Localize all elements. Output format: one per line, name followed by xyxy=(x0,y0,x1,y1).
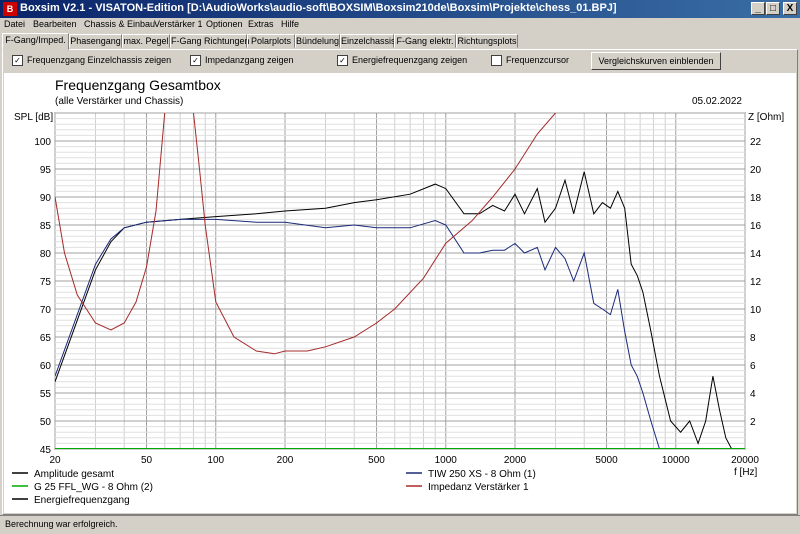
y-left-tick-label: 75 xyxy=(40,277,52,288)
checkbox-label: Energiefrequenzgang zeigen xyxy=(352,55,468,65)
y-right-tick-label: 8 xyxy=(750,333,756,344)
y-right-tick-label: 12 xyxy=(750,277,762,288)
maximize-button[interactable]: □ xyxy=(766,2,780,15)
x-tick-label: 50 xyxy=(141,455,153,466)
checkbox-einzelchassis[interactable]: ✓ Frequenzgang Einzelchassis zeigen xyxy=(12,55,172,67)
title-bar: B Boxsim V2.1 - VISATON-Edition [D:\Audi… xyxy=(0,0,800,18)
x-tick-label: 20 xyxy=(49,455,61,466)
menu-verstaerker[interactable]: Verstärker 1 xyxy=(154,19,203,29)
y-left-tick-label: 45 xyxy=(40,445,52,456)
chart-date: 05.02.2022 xyxy=(692,96,742,107)
tab-max-pegel[interactable]: max. Pegel xyxy=(122,34,170,48)
checkbox-box[interactable]: ✓ xyxy=(190,55,201,67)
checkbox-energie[interactable]: ✓ Energiefrequenzgang zeigen xyxy=(337,55,468,67)
x-tick-label: 500 xyxy=(368,455,385,466)
x-tick-label: 2000 xyxy=(504,455,527,466)
tab-phasengang[interactable]: Phasengang xyxy=(69,34,122,48)
y-right-tick-label: 10 xyxy=(750,305,762,316)
tab-einzelchassis[interactable]: Einzelchassis xyxy=(340,34,396,48)
chart-area: Frequenzgang Gesamtbox (alle Verstärker … xyxy=(4,73,796,513)
y-right-tick-label: 6 xyxy=(750,361,756,372)
close-button[interactable]: X xyxy=(783,2,797,15)
menu-bearbeiten[interactable]: Bearbeiten xyxy=(33,19,77,29)
legend-label: G 25 FFL_WG - 8 Ohm (2) xyxy=(34,482,153,493)
menu-extras[interactable]: Extras xyxy=(248,19,274,29)
y-right-tick-label: 4 xyxy=(750,389,756,400)
status-bar: Berechnung war erfolgreich. xyxy=(0,515,800,534)
y-left-tick-label: 80 xyxy=(40,249,52,260)
y-left-tick-label: 95 xyxy=(40,165,52,176)
y-left-tick-label: 70 xyxy=(40,305,52,316)
y-right-tick-label: 2 xyxy=(750,417,756,428)
chart-grid xyxy=(54,112,746,450)
menu-chassis-einbau[interactable]: Chassis & Einbau xyxy=(84,19,155,29)
menu-datei[interactable]: Datei xyxy=(4,19,25,29)
x-tick-label: 5000 xyxy=(595,455,618,466)
tab-fgang-richtungen[interactable]: F-Gang Richtungen xyxy=(170,34,250,48)
y-right-tick-label: 14 xyxy=(750,249,762,260)
tab-fgang-elektr[interactable]: F-Gang elektr. xyxy=(394,34,456,48)
y-left-tick-label: 55 xyxy=(40,389,52,400)
legend-label: Impedanz Verstärker 1 xyxy=(428,482,529,493)
checkbox-box[interactable]: ✓ xyxy=(12,55,23,67)
window-title: Boxsim V2.1 - VISATON-Edition [D:\AudioW… xyxy=(20,2,617,14)
y-left-tick-label: 60 xyxy=(40,361,52,372)
menu-hilfe[interactable]: Hilfe xyxy=(281,19,299,29)
legend-label: Amplitude gesamt xyxy=(34,469,114,480)
y-left-tick-label: 85 xyxy=(40,221,52,232)
y-left-label: SPL [dB] xyxy=(14,112,53,123)
checkbox-impedanz[interactable]: ✓ Impedanzgang zeigen xyxy=(190,55,294,67)
status-text: Berechnung war erfolgreich. xyxy=(5,519,118,529)
y-left-tick-label: 90 xyxy=(40,193,52,204)
x-axis-label: f [Hz] xyxy=(734,467,758,478)
tab-strip: F-Gang/Imped. Phasengang max. Pegel F-Ga… xyxy=(0,33,800,50)
frequency-response-chart: Frequenzgang Gesamtbox (alle Verstärker … xyxy=(12,77,784,506)
x-tick-label: 100 xyxy=(207,455,224,466)
menu-optionen[interactable]: Optionen xyxy=(206,19,243,29)
legend-label: Energiefrequenzgang xyxy=(34,495,130,506)
checkbox-label: Frequenzgang Einzelchassis zeigen xyxy=(27,55,172,65)
chart-legend: Amplitude gesamt G 25 FFL_WG - 8 Ohm (2) E… xyxy=(12,469,536,506)
chart-title: Frequenzgang Gesamtbox xyxy=(55,77,221,93)
x-tick-label: 10000 xyxy=(662,455,690,466)
tab-fgang-imped[interactable]: F-Gang/Imped. xyxy=(2,33,69,50)
x-tick-label: 1000 xyxy=(435,455,458,466)
checkbox-frequenzcursor[interactable]: Frequenzcursor xyxy=(491,55,570,67)
x-tick-label: 200 xyxy=(277,455,294,466)
y-left-tick-label: 65 xyxy=(40,333,52,344)
menu-bar: Datei Bearbeiten Chassis & Einbau Verstä… xyxy=(0,18,800,33)
y-right-tick-label: 16 xyxy=(750,221,762,232)
tab-buendelung[interactable]: Bündelung xyxy=(295,34,340,48)
y-left-tick-label: 100 xyxy=(34,137,51,148)
checkbox-label: Frequenzcursor xyxy=(506,55,570,65)
y-right-tick-label: 18 xyxy=(750,193,762,204)
legend-label: TIW 250 XS - 8 Ohm (1) xyxy=(428,469,536,480)
tab-richtungsplots[interactable]: Richtungsplots xyxy=(456,34,518,48)
chart-subtitle: (alle Verstärker und Chassis) xyxy=(55,96,183,107)
y-right-label: Z [Ohm] xyxy=(748,112,784,123)
checkbox-box[interactable] xyxy=(491,55,502,67)
compare-curves-button[interactable]: Vergleichskurven einblenden xyxy=(591,52,721,70)
y-right-tick-label: 20 xyxy=(750,165,762,176)
y-left-tick-label: 50 xyxy=(40,417,52,428)
checkbox-box[interactable]: ✓ xyxy=(337,55,348,67)
checkbox-label: Impedanzgang zeigen xyxy=(205,55,294,65)
app-icon[interactable]: B xyxy=(3,2,17,16)
y-right-tick-label: 22 xyxy=(750,137,762,148)
tab-polarplots[interactable]: Polarplots xyxy=(247,34,295,48)
x-tick-label: 20000 xyxy=(731,455,759,466)
minimize-button[interactable]: _ xyxy=(751,2,765,15)
